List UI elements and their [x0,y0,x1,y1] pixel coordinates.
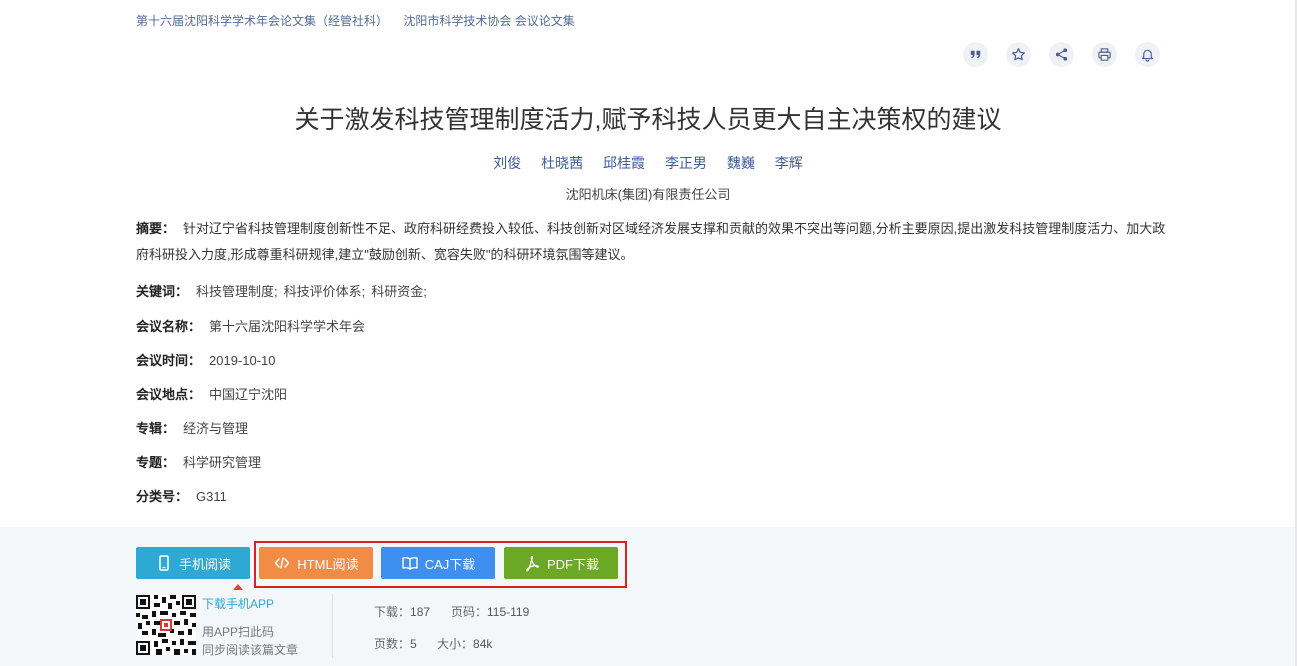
mobile-qr-pointer [233,584,243,590]
author-link[interactable]: 杜晓茜 [541,155,583,171]
abstract-label: 摘要： [136,221,176,236]
series-row: 专辑： 经济与管理 [136,418,248,437]
abstract-text: 针对辽宁省科技管理制度创新性不足、政府科研经费投入较低、科技创新对区域经济发展支… [136,221,1166,262]
author-link[interactable]: 邱桂霞 [603,155,645,171]
page-range-stat: 页码：115-119 [451,603,529,620]
print-icon [1098,48,1111,61]
downloads-label: 下载： [374,605,411,619]
quote-icon [970,50,981,59]
page-range-value: 115-119 [487,605,530,619]
star-icon [1012,48,1025,61]
author-link[interactable]: 魏巍 [727,155,755,171]
topic-label: 专题： [136,455,176,470]
downloads-stat: 下载：187 [374,603,430,620]
meeting-place-row: 会议地点： 中国辽宁沈阳 [136,384,287,403]
author-link[interactable]: 刘俊 [493,155,521,171]
app-sync-tip: 同步阅读该篇文章 [202,643,299,657]
keyword-link[interactable]: 科技评价体系; [284,284,366,299]
file-size-label: 大小： [437,637,474,651]
app-scan-tip: 用APP扫此码 [202,625,275,639]
meeting-place-value: 中国辽宁沈阳 [209,387,288,402]
classification-value: G311 [196,489,227,504]
breadcrumb-association-link[interactable]: 沈阳市科学技术协会 会议论文集 [403,14,574,28]
keyword-link[interactable]: 科技管理制度; [196,284,278,299]
favorite-button[interactable] [1006,42,1031,67]
topic-value: 科学研究管理 [183,455,262,470]
file-size-value: 84k [473,637,493,651]
classification-row: 分类号： G311 [136,486,227,505]
keyword-link[interactable]: 科研资金; [371,284,427,299]
breadcrumb: 第十六届沈阳科学学术年会论文集（经管社科） 沈阳市科学技术协会 会议论文集 [136,12,587,29]
mobile-read-label: 手机阅读 [178,556,231,572]
abstract: 摘要： 针对辽宁省科技管理制度创新性不足、政府科研经费投入较低、科技创新对区域经济… [136,216,1166,268]
topic-row: 专题： 科学研究管理 [136,452,261,471]
series-value: 经济与管理 [183,421,249,436]
print-button[interactable] [1092,42,1117,67]
meeting-place-label: 会议地点： [136,387,202,402]
series-label: 专辑： [136,421,176,436]
author-link[interactable]: 李正男 [665,155,707,171]
meeting-time-value: 2019-10-10 [209,353,276,368]
highlight-box [254,541,627,588]
page-count-label: 页数： [374,637,411,651]
panel-divider [332,594,333,658]
share-icon [1055,48,1068,61]
article-title: 关于激发科技管理制度活力,赋予科技人员更大自主决策权的建议 [294,106,1002,134]
bell-icon [1141,49,1154,62]
qr-code [136,595,196,655]
meeting-time-row: 会议时间： 2019-10-10 [136,350,276,369]
quote-button[interactable] [963,42,988,67]
classification-label: 分类号： [136,489,189,504]
keywords-row: 关键词： 科技管理制度; 科技评价体系; 科研资金; [136,281,433,300]
meeting-name-label: 会议名称： [136,319,202,334]
article-toolbar [963,42,1160,67]
meeting-name-row: 会议名称： 第十六届沈阳科学学术年会 [136,316,365,335]
file-size-stat: 大小：84k [437,635,492,652]
subscribe-button[interactable] [1135,42,1160,67]
author-organization[interactable]: 沈阳机床(集团)有限责任公司 [136,184,1160,203]
download-app-link[interactable]: 下载手机APP [202,595,274,612]
downloads-value: 187 [410,605,431,619]
meeting-time-label: 会议时间： [136,353,202,368]
meeting-name-value: 第十六届沈阳科学学术年会 [209,319,366,334]
author-link[interactable]: 李辉 [775,155,803,171]
breadcrumb-proceedings-link[interactable]: 第十六届沈阳科学学术年会论文集（经管社科） [136,14,388,28]
page-count-value: 5 [410,637,417,651]
phone-icon [159,555,169,571]
keywords-label: 关键词： [136,284,189,299]
page-range-label: 页码： [451,605,488,619]
author-list: 刘俊 杜晓茜 邱桂霞 李正男 魏巍 李辉 [136,153,1160,173]
share-button[interactable] [1049,42,1074,67]
mobile-read-button[interactable]: 手机阅读 [136,547,250,579]
page-count-stat: 页数：5 [374,635,417,652]
